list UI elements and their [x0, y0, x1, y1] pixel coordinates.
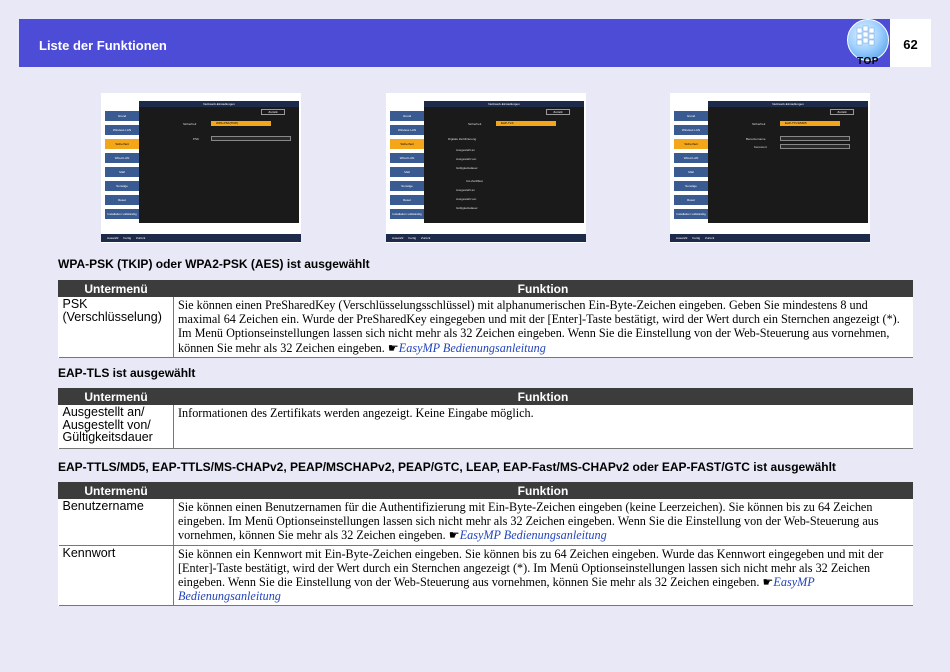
pointing-hand-icon: ☛ [762, 575, 774, 590]
submenu-cell: Benutzername [58, 498, 174, 546]
function-table-eap-tls: Untermenü Funktion Ausgestellt an/ Ausge… [58, 388, 913, 449]
screen-footer: Auswahl Fertig Zurück [670, 234, 870, 242]
screen-cert-line: Gültigkeitsdauer [456, 166, 478, 170]
screen-password-field [780, 144, 850, 149]
screen-username-field [780, 136, 850, 141]
screenshot-eap-tls: Netzwerk-Einstellungen Zurück Grund Wire… [386, 93, 586, 243]
screen-cert-line: CA-Zertifikat [466, 179, 483, 183]
screen-sidebar-item: Sonstige [105, 181, 139, 191]
screen-sidebar-item-active: Sicherheit [105, 139, 139, 149]
function-cell: Sie können ein Kennwort mit Ein-Byte-Zei… [173, 544, 913, 607]
table-row: Kennwort Sie können ein Kennwort mit Ein… [58, 544, 913, 607]
top-button[interactable]: TOP [846, 18, 890, 68]
screen-sidebar-item: Reset [390, 195, 424, 205]
screen-sidebar-item: Wireless LAN [105, 125, 139, 135]
screen-sidebar-item: Installation vollständig [674, 209, 708, 219]
table-row: PSK (Verschlüsselung) Sie können einen P… [58, 296, 913, 358]
screen-security-select: EAP-TTLS/MD5 [780, 121, 840, 126]
screen-sidebar-item: Sonstige [390, 181, 424, 191]
screen-title: Netzwerk-Einstellungen [708, 101, 868, 107]
screen-psk-field [211, 136, 291, 141]
manual-link[interactable]: ☛EasyMP Bedienungsanleitung [388, 341, 546, 355]
page-header: Liste der Funktionen [19, 19, 931, 67]
page-number-box: 62 [890, 19, 931, 67]
column-header-submenu: Untermenü [58, 280, 174, 297]
screen-sidebar-item: Installation vollständig [390, 209, 424, 219]
screen-sidebar-item: Reset [674, 195, 708, 205]
function-cell: Sie können einen PreSharedKey (Verschlüs… [173, 296, 913, 358]
function-cell: Sie können einen Benutzernamen für die A… [173, 498, 913, 546]
column-header-function: Funktion [173, 280, 913, 297]
screen-sidebar-item: Mail [390, 167, 424, 177]
screen-sidebar-item: Mail [674, 167, 708, 177]
screen-sidebar-item: Grund [105, 111, 139, 121]
screenshot-wpa-psk: Netzwerk-Einstellungen Zurück Grund Wire… [101, 93, 301, 243]
screen-row-label: Sicherheit [468, 122, 482, 126]
screen-sidebar-item: Mail [105, 167, 139, 177]
screen-back-button: Zurück [830, 109, 854, 115]
section-title: EAP-TLS ist ausgewählt [58, 366, 196, 380]
screen-main-panel [139, 101, 299, 223]
table-row: Benutzername Sie können einen Benutzerna… [58, 498, 913, 546]
screen-footer: Auswahl Fertig Zurück [101, 234, 301, 242]
section-title: WPA-PSK (TKIP) oder WPA2-PSK (AES) ist a… [58, 257, 370, 271]
screen-security-select: WPA-PSK(TKIP) [211, 121, 271, 126]
column-header-submenu: Untermenü [58, 388, 174, 405]
pointing-hand-icon: ☛ [448, 528, 460, 543]
top-button-label: TOP [857, 56, 879, 67]
screen-sidebar-item-active: Sicherheit [674, 139, 708, 149]
screen-sidebar-item: Grund [390, 111, 424, 121]
screen-row-label: Benutzername [746, 137, 766, 141]
screen-main-panel [708, 101, 868, 223]
section-title: EAP-TTLS/MD5, EAP-TTLS/MS-CHAPv2, PEAP/M… [58, 460, 836, 474]
screen-sidebar-item: Installation vollständig [105, 209, 139, 219]
function-cell: Informationen des Zertifikats werden ang… [173, 404, 913, 449]
table-row: Ausgestellt an/ Ausgestellt von/ Gültigk… [58, 404, 913, 449]
screen-cert-line: Digitale Zertifizierung [448, 137, 477, 141]
pointing-hand-icon: ☛ [387, 340, 399, 355]
function-table-eap-ttls: Untermenü Funktion Benutzername Sie könn… [58, 482, 913, 607]
screen-cert-line: Ausgestellt von [456, 157, 477, 161]
screen-row-label: PSK [193, 137, 200, 141]
screen-sidebar-item: Wired LAN [390, 153, 424, 163]
screen-title: Netzwerk-Einstellungen [139, 101, 299, 107]
screen-cert-line: Ausgestellt an [456, 148, 475, 152]
page-title: Liste der Funktionen [39, 38, 167, 53]
screen-title: Netzwerk-Einstellungen [424, 101, 584, 107]
screen-row-label: Sicherheit [183, 122, 197, 126]
screen-sidebar-item: Wireless LAN [390, 125, 424, 135]
screen-sidebar-item: Grund [674, 111, 708, 121]
submenu-cell: Ausgestellt an/ Ausgestellt von/ Gültigk… [58, 404, 174, 449]
screen-cert-line: Ausgestellt von [456, 197, 477, 201]
screen-sidebar-item: Sonstige [674, 181, 708, 191]
screen-row-label: Sicherheit [752, 122, 766, 126]
screen-security-select: EAP-TLS [496, 121, 556, 126]
screenshot-eap-ttls: Netzwerk-Einstellungen Zurück Grund Wire… [670, 93, 870, 243]
grid-icon [856, 25, 875, 46]
screen-sidebar-item: Wireless LAN [674, 125, 708, 135]
screen-back-button: Zurück [546, 109, 570, 115]
screen-row-label: Kennwort [754, 145, 767, 149]
screen-back-button: Zurück [261, 109, 285, 115]
screen-sidebar-item: Wired LAN [105, 153, 139, 163]
column-header-submenu: Untermenü [58, 482, 174, 499]
screen-cert-line: Ausgestellt an [456, 188, 475, 192]
screen-sidebar-item-active: Sicherheit [390, 139, 424, 149]
screen-footer: Auswahl Fertig Zurück [386, 234, 586, 242]
screen-sidebar-item: Wired LAN [674, 153, 708, 163]
screen-main-panel [424, 101, 584, 223]
submenu-cell: PSK (Verschlüsselung) [58, 296, 174, 358]
column-header-function: Funktion [173, 388, 913, 405]
screen-cert-line: Gültigkeitsdauer [456, 206, 478, 210]
screen-sidebar-item: Reset [105, 195, 139, 205]
page-number: 62 [903, 37, 918, 52]
submenu-cell: Kennwort [58, 544, 174, 607]
column-header-function: Funktion [173, 482, 913, 499]
function-table-wpa: Untermenü Funktion PSK (Verschlüsselung)… [58, 280, 913, 358]
manual-link[interactable]: ☛EasyMP Bedienungsanleitung [449, 528, 607, 542]
